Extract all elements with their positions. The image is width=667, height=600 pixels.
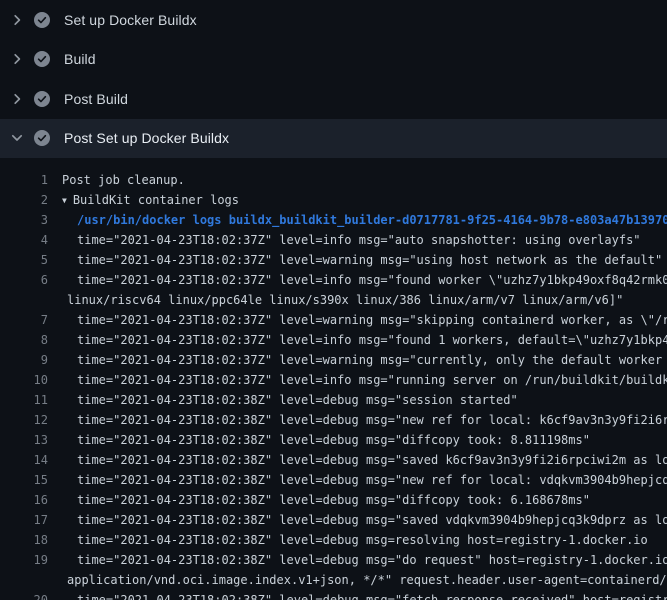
log-command-text: /usr/bin/docker logs buildx_buildkit_bui… xyxy=(77,210,667,230)
log-line-text: application/vnd.oci.image.index.v1+json,… xyxy=(67,570,667,590)
log-line-number[interactable]: 1 xyxy=(0,170,48,190)
log-line-number[interactable]: 4 xyxy=(0,230,48,250)
step-header-post-build[interactable]: Post Build xyxy=(0,79,667,119)
log-line-number[interactable]: 14 xyxy=(0,450,48,470)
log-line-text: time="2021-04-23T18:02:37Z" level=warnin… xyxy=(77,310,667,330)
log-line: 3/usr/bin/docker logs buildx_buildkit_bu… xyxy=(0,210,667,230)
step-label: Build xyxy=(64,51,96,67)
log-line: 6 time="2021-04-23T18:02:37Z" level=info … xyxy=(0,270,667,290)
check-circle-icon xyxy=(34,51,50,67)
log-line: 5 time="2021-04-23T18:02:37Z" level=warni… xyxy=(0,250,667,270)
log-line-text: time="2021-04-23T18:02:38Z" level=debug … xyxy=(77,510,667,530)
log-group-toggle[interactable]: ▼ BuildKit container logs xyxy=(62,190,239,210)
log-group-label: BuildKit container logs xyxy=(73,193,239,207)
log-line-text: time="2021-04-23T18:02:38Z" level=debug … xyxy=(77,530,648,550)
workflow-log-viewer: Set up Docker Buildx Build Post Build Post … xyxy=(0,0,667,600)
log-line-number[interactable]: 9 xyxy=(0,350,48,370)
log-line: 2 ▼ BuildKit container logs xyxy=(0,190,667,210)
step-label: Post Set up Docker Buildx xyxy=(64,130,229,146)
log-line: linux/riscv64 linux/ppc64le linux/s390x … xyxy=(0,290,667,310)
log-line: 18 time="2021-04-23T18:02:38Z" level=debu… xyxy=(0,530,667,550)
log-line: 13 time="2021-04-23T18:02:38Z" level=debu… xyxy=(0,430,667,450)
log-line-number[interactable]: 19 xyxy=(0,550,48,570)
log-line-number[interactable]: 12 xyxy=(0,410,48,430)
log-line: 4 time="2021-04-23T18:02:37Z" level=info … xyxy=(0,230,667,250)
log-line-number[interactable]: 13 xyxy=(0,430,48,450)
log-line-text: time="2021-04-23T18:02:37Z" level=warnin… xyxy=(77,350,667,370)
triangle-down-icon: ▼ xyxy=(62,191,67,211)
log-line-number[interactable]: 16 xyxy=(0,490,48,510)
log-line-number[interactable]: 11 xyxy=(0,390,48,410)
log-line-number[interactable]: 8 xyxy=(0,330,48,350)
log-line: 14 time="2021-04-23T18:02:38Z" level=debu… xyxy=(0,450,667,470)
check-circle-icon xyxy=(34,12,50,28)
log-line: 16 time="2021-04-23T18:02:38Z" level=debu… xyxy=(0,490,667,510)
chevron-right-icon xyxy=(9,51,25,67)
log-line: 17 time="2021-04-23T18:02:38Z" level=debu… xyxy=(0,510,667,530)
log-line-number[interactable]: 3 xyxy=(0,210,48,230)
log-line-text: time="2021-04-23T18:02:38Z" level=debug … xyxy=(77,590,667,600)
log-line-number[interactable]: 17 xyxy=(0,510,48,530)
log-line-number[interactable]: 5 xyxy=(0,250,48,270)
log-line: application/vnd.oci.image.index.v1+json,… xyxy=(0,570,667,590)
log-line-number[interactable]: 15 xyxy=(0,470,48,490)
step-header-build[interactable]: Build xyxy=(0,40,667,80)
log-line-text: time="2021-04-23T18:02:37Z" level=info m… xyxy=(77,370,667,390)
chevron-right-icon xyxy=(9,12,25,28)
log-line: 12 time="2021-04-23T18:02:38Z" level=debu… xyxy=(0,410,667,430)
log-line-text: time="2021-04-23T18:02:38Z" level=debug … xyxy=(77,490,590,510)
log-line: 10 time="2021-04-23T18:02:37Z" level=info… xyxy=(0,370,667,390)
log-line-text: time="2021-04-23T18:02:38Z" level=debug … xyxy=(77,410,667,430)
log-line-text: time="2021-04-23T18:02:38Z" level=debug … xyxy=(77,550,667,570)
log-line-text: time="2021-04-23T18:02:38Z" level=debug … xyxy=(77,470,667,490)
log-line: 15 time="2021-04-23T18:02:38Z" level=debu… xyxy=(0,470,667,490)
step-label: Set up Docker Buildx xyxy=(64,12,197,28)
log-line-number[interactable]: 10 xyxy=(0,370,48,390)
log-line-number[interactable]: 7 xyxy=(0,310,48,330)
log-line: 19 time="2021-04-23T18:02:38Z" level=debu… xyxy=(0,550,667,570)
log-line-text: Post job cleanup. xyxy=(62,170,185,190)
log-line-number[interactable]: 2 xyxy=(0,190,48,210)
log-line-number xyxy=(0,570,48,590)
log-line-text: time="2021-04-23T18:02:38Z" level=debug … xyxy=(77,430,590,450)
log-line-number[interactable]: 6 xyxy=(0,270,48,290)
log-line-number[interactable]: 18 xyxy=(0,530,48,550)
log-line: 7 time="2021-04-23T18:02:37Z" level=warni… xyxy=(0,310,667,330)
step-label: Post Build xyxy=(64,91,128,107)
chevron-right-icon xyxy=(9,91,25,107)
log-line: 1 Post job cleanup. xyxy=(0,170,667,190)
log-line-text: time="2021-04-23T18:02:37Z" level=info m… xyxy=(77,230,641,250)
log-line-text: time="2021-04-23T18:02:37Z" level=info m… xyxy=(77,270,667,290)
log-line: 9 time="2021-04-23T18:02:37Z" level=warni… xyxy=(0,350,667,370)
check-circle-icon xyxy=(34,91,50,107)
log-line-text: time="2021-04-23T18:02:37Z" level=info m… xyxy=(77,330,667,350)
log-line: 20 time="2021-04-23T18:02:38Z" level=debu… xyxy=(0,590,667,600)
log-line-text: linux/riscv64 linux/ppc64le linux/s390x … xyxy=(67,290,623,310)
log-line-number xyxy=(0,290,48,310)
check-circle-icon xyxy=(34,130,50,146)
log-line: 8 time="2021-04-23T18:02:37Z" level=info … xyxy=(0,330,667,350)
log-line-text: time="2021-04-23T18:02:38Z" level=debug … xyxy=(77,390,518,410)
step-header-post-set-up-docker-buildx[interactable]: Post Set up Docker Buildx xyxy=(0,119,667,159)
step-header-set-up-docker-buildx[interactable]: Set up Docker Buildx xyxy=(0,0,667,40)
log-line: 11 time="2021-04-23T18:02:38Z" level=debu… xyxy=(0,390,667,410)
log-lines: 1 Post job cleanup. 2 ▼ BuildKit container l… xyxy=(0,158,667,600)
chevron-down-icon xyxy=(9,130,25,146)
log-line-text: time="2021-04-23T18:02:37Z" level=warnin… xyxy=(77,250,662,270)
log-line-number[interactable]: 20 xyxy=(0,590,48,600)
step-list: Set up Docker Buildx Build Post Build Post … xyxy=(0,0,667,158)
log-line-text: time="2021-04-23T18:02:38Z" level=debug … xyxy=(77,450,667,470)
